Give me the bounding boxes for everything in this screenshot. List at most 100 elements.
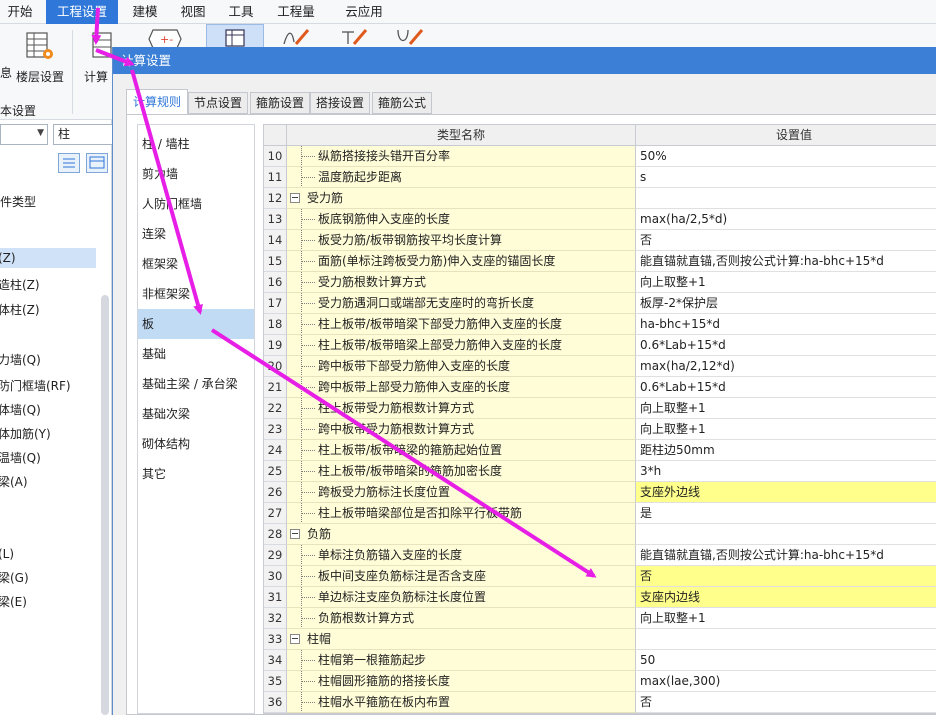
table-row[interactable]: 31 单边标注支座负筋标注长度位置 支座内边线 bbox=[264, 587, 936, 608]
edit-pen-icon[interactable] bbox=[282, 26, 312, 48]
table-row[interactable]: 29 单标注负筋锚入支座的长度 能直锚就直锚,否则按公式计算:ha-bhc+15*d bbox=[264, 545, 936, 566]
row-name-cell[interactable]: 柱上板带/板带暗梁下部受力筋伸入支座的长度 bbox=[287, 314, 636, 335]
tree-item[interactable]: 保温墙(Q) bbox=[0, 448, 100, 468]
category-item[interactable]: 人防门框墙 bbox=[138, 189, 254, 219]
category-item[interactable]: 其它 bbox=[138, 459, 254, 489]
row-name-cell[interactable]: 温度筋起步距离 bbox=[287, 167, 636, 188]
row-value-cell[interactable]: 50 bbox=[636, 650, 936, 671]
row-name-cell[interactable]: 柱帽第一根箍筋起步 bbox=[287, 650, 636, 671]
tree-item[interactable]: 砌体墙(Q) bbox=[0, 400, 100, 420]
table-row[interactable]: 19 柱上板带/板带暗梁上部受力筋伸入支座的长度 0.6*Lab+15*d bbox=[264, 335, 936, 356]
row-name-cell[interactable]: 柱帽 bbox=[287, 629, 636, 650]
menu-tools[interactable]: 工具 bbox=[220, 0, 262, 24]
tab-0[interactable]: 计算规则 bbox=[126, 89, 188, 115]
category-item[interactable]: 基础次梁 bbox=[138, 399, 254, 429]
row-name-cell[interactable]: 柱上板带/板带暗梁上部受力筋伸入支座的长度 bbox=[287, 335, 636, 356]
table-row[interactable]: 14 板受力筋/板带钢筋按平均长度计算 否 bbox=[264, 230, 936, 251]
table-row[interactable]: 17 受力筋遇洞口或端部无支座时的弯折长度 板厚-2*保护层 bbox=[264, 293, 936, 314]
row-name-cell[interactable]: 受力筋根数计算方式 bbox=[287, 272, 636, 293]
row-name-cell[interactable]: 柱帽水平箍筋在板内布置 bbox=[287, 692, 636, 713]
tree-item[interactable]: 人防门框墙(RF) bbox=[0, 376, 100, 396]
row-name-cell[interactable]: 受力筋遇洞口或端部无支座时的弯折长度 bbox=[287, 293, 636, 314]
table-row[interactable]: 26 跨板受力筋标注长度位置 支座外边线 bbox=[264, 482, 936, 503]
table-row[interactable]: 10 纵筋搭接接头错开百分率 50% bbox=[264, 146, 936, 167]
table-row[interactable]: 24 柱上板带/板带暗梁的箍筋起始位置 距柱边50mm bbox=[264, 440, 936, 461]
tree-item[interactable]: 砌体柱(Z) bbox=[0, 300, 100, 320]
row-name-cell[interactable]: 板中间支座负筋标注是否含支座 bbox=[287, 566, 636, 587]
group-row[interactable]: 12 受力筋 bbox=[264, 188, 936, 209]
col-header-value[interactable]: 设置值 bbox=[636, 125, 936, 146]
col-header-name[interactable]: 类型名称 bbox=[287, 125, 636, 146]
floor-settings-button[interactable]: 楼层设置 bbox=[14, 28, 66, 84]
category-item[interactable]: 剪力墙 bbox=[138, 159, 254, 189]
tree-item[interactable]: 圈梁(E) bbox=[0, 592, 100, 612]
tree-item[interactable]: 剪力墙(Q) bbox=[0, 350, 100, 370]
row-value-cell[interactable]: 支座外边线 bbox=[636, 482, 936, 503]
menu-view[interactable]: 视图 bbox=[172, 0, 214, 24]
row-name-cell[interactable]: 跨板受力筋标注长度位置 bbox=[287, 482, 636, 503]
category-item[interactable]: 柱 / 墙柱 bbox=[138, 129, 254, 159]
table-row[interactable]: 11 温度筋起步距离 s bbox=[264, 167, 936, 188]
row-name-cell[interactable]: 柱帽圆形箍筋的搭接长度 bbox=[287, 671, 636, 692]
component-combo[interactable]: ▼ bbox=[0, 124, 48, 145]
menu-start[interactable]: 开始 bbox=[0, 0, 40, 24]
row-value-cell[interactable]: 距柱边50mm bbox=[636, 440, 936, 461]
group-row[interactable]: 33 柱帽 bbox=[264, 629, 936, 650]
row-value-cell[interactable]: 否 bbox=[636, 230, 936, 251]
category-item[interactable]: 基础主梁 / 承台梁 bbox=[138, 369, 254, 399]
tree-item[interactable]: 梁(L) bbox=[0, 544, 100, 564]
row-name-cell[interactable]: 柱上板带受力筋根数计算方式 bbox=[287, 398, 636, 419]
category-item[interactable]: 基础 bbox=[138, 339, 254, 369]
category-item[interactable]: 板 bbox=[138, 309, 254, 339]
list-view-button[interactable] bbox=[58, 153, 80, 173]
table-row[interactable]: 36 柱帽水平箍筋在板内布置 否 bbox=[264, 692, 936, 713]
menu-cloud[interactable]: 云应用 bbox=[336, 0, 392, 24]
row-value-cell[interactable]: 板厚-2*保护层 bbox=[636, 293, 936, 314]
edit-pen-icon-3[interactable] bbox=[396, 26, 426, 48]
ribbon-info-label[interactable]: 息 bbox=[0, 64, 12, 81]
tree-item[interactable]: 洞 bbox=[0, 496, 100, 516]
row-name-cell[interactable]: 负筋根数计算方式 bbox=[287, 608, 636, 629]
row-name-cell[interactable]: 面筋(单标注跨板受力筋)伸入支座的锚固长度 bbox=[287, 251, 636, 272]
table-row[interactable]: 16 受力筋根数计算方式 向上取整+1 bbox=[264, 272, 936, 293]
row-value-cell[interactable]: s bbox=[636, 167, 936, 188]
row-value-cell[interactable]: 支座内边线 bbox=[636, 587, 936, 608]
menu-project-settings[interactable]: 工程设置 bbox=[46, 0, 118, 24]
row-value-cell[interactable]: max(lae,300) bbox=[636, 671, 936, 692]
row-value-cell[interactable]: 是 bbox=[636, 503, 936, 524]
component-type-field[interactable]: 柱 bbox=[53, 124, 113, 145]
row-name-cell[interactable]: 单标注负筋锚入支座的长度 bbox=[287, 545, 636, 566]
table-row[interactable]: 27 柱上板带暗梁部位是否扣除平行板带筋 是 bbox=[264, 503, 936, 524]
row-name-cell[interactable]: 纵筋搭接接头错开百分率 bbox=[287, 146, 636, 167]
table-row[interactable]: 35 柱帽圆形箍筋的搭接长度 max(lae,300) bbox=[264, 671, 936, 692]
table-row[interactable]: 34 柱帽第一根箍筋起步 50 bbox=[264, 650, 936, 671]
row-name-cell[interactable]: 板受力筋/板带钢筋按平均长度计算 bbox=[287, 230, 636, 251]
tree-item[interactable]: 连梁(G) bbox=[0, 568, 100, 588]
tree-item[interactable]: 砌体加筋(Y) bbox=[0, 424, 100, 444]
row-value-cell[interactable]: max(ha/2,5*d) bbox=[636, 209, 936, 230]
group-row[interactable]: 28 负筋 bbox=[264, 524, 936, 545]
category-item[interactable]: 连梁 bbox=[138, 219, 254, 249]
row-name-cell[interactable]: 板底钢筋伸入支座的长度 bbox=[287, 209, 636, 230]
table-row[interactable]: 22 柱上板带受力筋根数计算方式 向上取整+1 bbox=[264, 398, 936, 419]
row-value-cell[interactable]: 能直锚就直锚,否则按公式计算:ha-bhc+15*d bbox=[636, 545, 936, 566]
row-value-cell[interactable]: 50% bbox=[636, 146, 936, 167]
category-item[interactable]: 框架梁 bbox=[138, 249, 254, 279]
table-row[interactable]: 21 跨中板带上部受力筋伸入支座的长度 0.6*Lab+15*d bbox=[264, 377, 936, 398]
tree-item[interactable]: 暗梁(A) bbox=[0, 472, 100, 492]
table-row[interactable]: 30 板中间支座负筋标注是否含支座 否 bbox=[264, 566, 936, 587]
tree-scrollbar[interactable] bbox=[101, 295, 109, 715]
row-name-cell[interactable]: 单边标注支座负筋标注长度位置 bbox=[287, 587, 636, 608]
category-item[interactable]: 非框架梁 bbox=[138, 279, 254, 309]
collapse-icon[interactable] bbox=[290, 634, 300, 644]
row-value-cell[interactable]: ha-bhc+15*d bbox=[636, 314, 936, 335]
row-value-cell[interactable]: 向上取整+1 bbox=[636, 608, 936, 629]
row-value-cell[interactable]: max(ha/2,12*d) bbox=[636, 356, 936, 377]
row-value-cell[interactable]: 0.6*Lab+15*d bbox=[636, 377, 936, 398]
menu-modeling[interactable]: 建模 bbox=[124, 0, 166, 24]
calc-settings-button[interactable]: 计算 bbox=[82, 28, 112, 84]
edit-pen-icon-2[interactable] bbox=[340, 26, 370, 48]
row-value-cell[interactable]: 向上取整+1 bbox=[636, 398, 936, 419]
row-value-cell[interactable] bbox=[636, 629, 936, 650]
row-name-cell[interactable]: 受力筋 bbox=[287, 188, 636, 209]
